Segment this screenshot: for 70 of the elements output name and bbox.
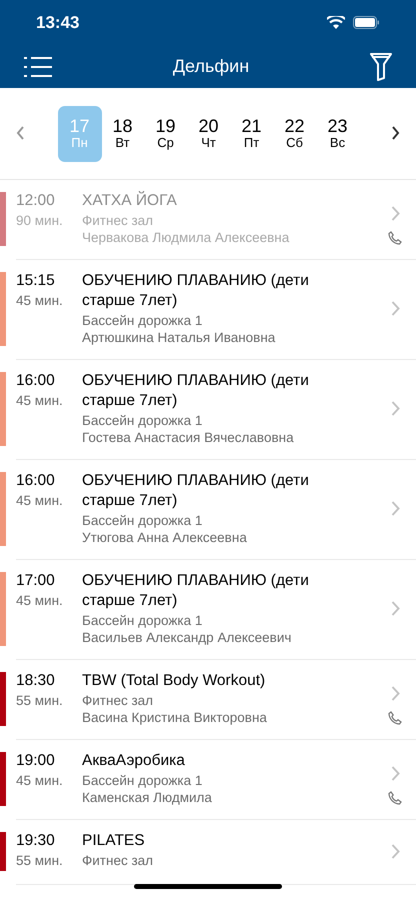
class-duration: 90 мин. (16, 212, 64, 230)
class-row[interactable]: 17:00 45 мин. ОБУЧЕНИЮ ПЛАВАНИЮ (дети старше 7лет) Бассейн дорожка 1 Васильев Александр Алексеевич (0, 560, 416, 660)
class-location: Бассейн дорожка 1 (82, 772, 204, 789)
class-time: 18:30 (16, 671, 56, 691)
class-title: TBW (Total Body Workout) (82, 671, 266, 691)
day-tab[interactable]: 23 Вс (316, 106, 360, 162)
class-duration: 45 мин. (16, 772, 64, 790)
day-tab[interactable]: 18 Вт (100, 106, 144, 162)
class-duration: 45 мин. (16, 492, 64, 510)
chevron-icon (390, 501, 400, 516)
class-title: ХАТХА ЙОГА (82, 191, 178, 211)
class-title: ОБУЧЕНИЮ ПЛАВАНИЮ (дети старше 7лет) (82, 371, 310, 411)
class-location: Бассейн дорожка 1 (82, 612, 204, 629)
class-time: 15:15 (16, 271, 56, 291)
class-title: ОБУЧЕНИЮ ПЛАВАНИЮ (дети старше 7лет) (82, 471, 310, 511)
chevron-icon (390, 601, 400, 616)
chevron-left-icon[interactable] (16, 126, 25, 140)
class-duration: 45 мин. (16, 292, 64, 310)
class-location: Бассейн дорожка 1 (82, 312, 204, 329)
chevron-icon (390, 206, 400, 221)
class-duration: 55 мин. (16, 692, 64, 710)
phone-icon[interactable] (388, 711, 402, 725)
class-location: Фитнес зал (82, 692, 154, 709)
phone-icon[interactable] (388, 791, 402, 805)
class-row[interactable]: 18:30 55 мин. TBW (Total Body Workout) Фитнес зал Васина Кристина Викторовна (0, 660, 416, 740)
class-duration: 45 мин. (16, 592, 64, 610)
class-time: 12:00 (16, 191, 56, 211)
chevron-icon (390, 844, 400, 858)
day-tab[interactable]: 20 Чт (186, 106, 230, 162)
day-tab[interactable]: 21 Пт (230, 106, 274, 162)
class-time: 17:00 (16, 571, 56, 591)
wifi-icon (327, 16, 345, 29)
class-title: PILATES (82, 831, 146, 851)
trainer-name: Артюшкина Наталья Ивановна (82, 329, 276, 346)
class-title: ОБУЧЕНИЮ ПЛАВАНИЮ (дети старше 7лет) (82, 271, 310, 311)
menu-icon[interactable] (24, 56, 52, 78)
trainer-name: Каменская Людмила (82, 789, 213, 806)
phone-icon[interactable] (388, 231, 402, 245)
status-time: 13:43 (36, 12, 80, 34)
chevron-icon (390, 686, 400, 701)
class-location: Фитнес зал (82, 852, 154, 869)
trainer-name: Васина Кристина Викторовна (82, 709, 268, 726)
class-time: 19:00 (16, 751, 56, 771)
screen-title: Дельфин (172, 55, 250, 78)
class-location: Бассейн дорожка 1 (82, 412, 204, 429)
class-row[interactable]: 16:00 45 мин. ОБУЧЕНИЮ ПЛАВАНИЮ (дети старше 7лет) Бассейн дорожка 1 Утюгова Анна Алексеевна (0, 460, 416, 560)
chevron-icon (390, 301, 400, 316)
chevron-icon (390, 401, 400, 416)
class-time: 19:30 (16, 831, 56, 851)
class-row[interactable]: 19:00 45 мин. АкваАэробика Бассейн дорожка 1 Каменская Людмила (0, 740, 416, 820)
class-location: Фитнес зал (82, 212, 154, 229)
class-time: 16:00 (16, 471, 56, 491)
trainer-name: Гостева Анастасия Вячеславовна (82, 429, 295, 446)
class-row[interactable]: 16:00 45 мин. ОБУЧЕНИЮ ПЛАВАНИЮ (дети старше 7лет) Бассейн дорожка 1 Гостева Анастасия Вячеславовна (0, 360, 416, 460)
battery-icon (353, 16, 380, 29)
trainer-name: Утюгова Анна Алексеевна (82, 529, 248, 546)
class-location: Бассейн дорожка 1 (82, 512, 204, 529)
class-title: АкваАэробика (82, 751, 186, 771)
chevron-icon (390, 766, 400, 781)
class-row[interactable]: 15:15 45 мин. ОБУЧЕНИЮ ПЛАВАНИЮ (дети старше 7лет) Бассейн дорожка 1 Артюшкина Наталья Ивановна (0, 260, 416, 360)
class-duration: 45 мин. (16, 392, 64, 410)
class-duration: 55 мин. (16, 852, 64, 870)
class-title: ОБУЧЕНИЮ ПЛАВАНИЮ (дети старше 7лет) (82, 571, 310, 611)
day-tab[interactable]: 22 Сб (272, 106, 316, 162)
filter-icon[interactable] (370, 52, 392, 80)
trainer-name: Васильев Александр Алексеевич (82, 629, 292, 646)
class-time: 16:00 (16, 371, 56, 391)
day-tab[interactable]: 19 Ср (144, 106, 188, 162)
trainer-name: Червакова Людмила Алексеевна (82, 229, 290, 246)
chevron-right-icon[interactable] (391, 126, 400, 140)
